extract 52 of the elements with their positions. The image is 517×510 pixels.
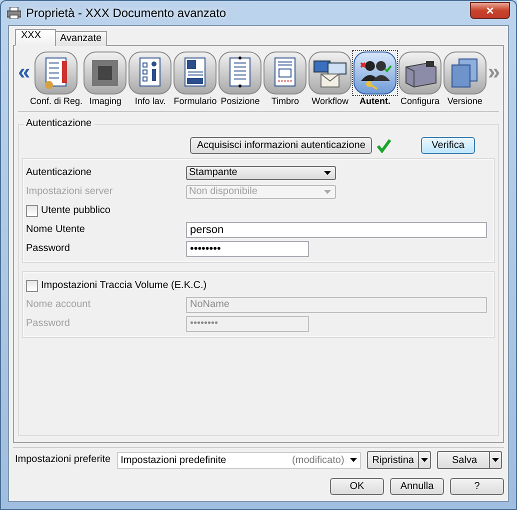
field-label: Nome Utente: [26, 224, 86, 235]
field-label: Password: [26, 243, 71, 254]
category-button[interactable]: Info lav.: [128, 50, 172, 107]
category-button[interactable]: Autent.: [353, 50, 398, 107]
preset-dropdown[interactable]: Impostazioni predefinite (modificato): [116, 452, 362, 468]
users-icon: [353, 51, 398, 95]
tab[interactable]: XXX: [15, 29, 56, 46]
password-field[interactable]: ••••••••: [186, 240, 309, 256]
ok-button[interactable]: OK: [330, 478, 384, 495]
square-icon: [83, 51, 128, 95]
field-label: Impostazioni preferite: [15, 453, 111, 467]
group-title: Autenticazione: [24, 118, 94, 129]
dropdown-arrow-icon: [492, 458, 499, 462]
help-button[interactable]: ?: [450, 478, 504, 495]
envelope-icon: [308, 51, 352, 95]
window-title: Proprietà - XXX Documento avanzato: [26, 6, 228, 20]
field-label: Impostazioni server: [26, 186, 114, 197]
category-button[interactable]: Workflow: [308, 50, 352, 107]
form-document-icon: [173, 51, 218, 95]
page-icon: [218, 51, 262, 95]
dropdown[interactable]: Stampante: [186, 166, 336, 180]
category-button[interactable]: Imaging: [83, 50, 128, 107]
stamp-document-icon: [263, 51, 308, 95]
info-document-icon: [128, 51, 172, 95]
input-field[interactable]: person: [186, 222, 487, 238]
field-label: Password: [26, 318, 71, 329]
category-button[interactable]: Timbro: [263, 50, 308, 107]
dropdown-arrow-icon: [420, 458, 428, 462]
checklist-icon: [34, 51, 78, 95]
field-label: Nome account: [26, 299, 92, 310]
verify-button[interactable]: Verifica: [421, 136, 475, 154]
checkbox[interactable]: [26, 280, 38, 292]
restore-button[interactable]: Ripristina: [367, 451, 431, 469]
dropdown-arrow-icon: [324, 170, 331, 174]
field-label: Autenticazione: [26, 167, 93, 178]
scroll-left-button[interactable]: «: [18, 59, 29, 85]
checkbox-label: Impostazioni Traccia Volume (E.K.C.): [41, 280, 207, 291]
category-button[interactable]: Formulario: [173, 50, 218, 107]
checkbox[interactable]: [26, 204, 38, 216]
fetch-button[interactable]: Acquisisci informazioni autenticazione: [190, 136, 372, 154]
close-button[interactable]: ×: [470, 2, 510, 18]
cancel-button[interactable]: Annulla: [390, 478, 444, 495]
stacked-pages-icon: [442, 51, 487, 95]
dropdown-arrow-icon: [350, 458, 358, 462]
tab[interactable]: Avanzate: [55, 31, 107, 46]
category-button[interactable]: Versione: [442, 50, 487, 107]
dropdown-arrow-icon: [324, 190, 331, 194]
save-button[interactable]: Salva: [436, 451, 502, 469]
category-button[interactable]: Conf. di Reg.: [30, 50, 82, 107]
category-button[interactable]: Configura: [398, 50, 442, 107]
category-button[interactable]: Posizione: [218, 50, 262, 107]
checkbox-label: Utente pubblico: [41, 205, 110, 216]
